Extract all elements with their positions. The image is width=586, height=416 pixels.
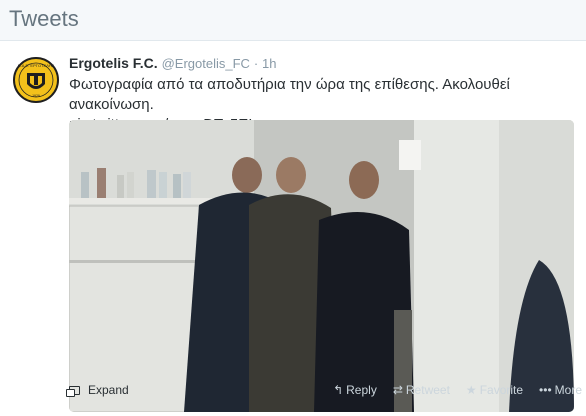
expand-button[interactable]: Expand [66,383,129,397]
tweet-photo[interactable] [69,120,574,412]
fullname[interactable]: Ergotelis F.C. [69,55,158,71]
username[interactable]: @Ergotelis_FC [162,56,250,71]
expand-icon [66,385,80,397]
tweet-actions: ↰ Reply ⇄ Retweet ★ Favorite ••• More [333,383,582,397]
retweet-button[interactable]: ⇄ Retweet [393,383,450,397]
retweet-icon: ⇄ [392,383,403,397]
timestamp[interactable]: 1h [262,56,276,71]
avatar[interactable]: Π.Α.Ε. ΕΡΓΟΤΕΛΗΣ 1929 [12,56,60,104]
timeline-title: Tweets [9,6,79,31]
separator: · [253,56,259,71]
more-button[interactable]: ••• More [539,383,582,397]
star-icon: ★ [465,383,477,397]
timeline-header: Tweets [0,0,586,41]
favorite-button[interactable]: ★ Favorite [466,383,523,397]
locker-room-photo [69,120,574,412]
reply-label: Reply [346,383,377,397]
reply-icon: ↰ [333,383,344,397]
more-icon: ••• [539,383,552,397]
retweet-label: Retweet [405,383,450,397]
expand-label: Expand [88,383,129,397]
tweet[interactable]: Π.Α.Ε. ΕΡΓΟΤΕΛΗΣ 1929 Ergotelis F.C. @Er… [0,41,586,416]
logo-year: 1929 [32,94,40,98]
tweet-body: Φωτογραφία από τα αποδυτήρια την ώρα της… [69,76,510,113]
tweet-header: Ergotelis F.C. @Ergotelis_FC · 1h [69,55,277,71]
tweet-footer: Expand ↰ Reply ⇄ Retweet ★ Favorite ••• … [66,383,582,403]
more-label: More [554,383,582,397]
favorite-label: Favorite [479,383,524,397]
ergotelis-logo-icon: Π.Α.Ε. ΕΡΓΟΤΕΛΗΣ 1929 [12,56,60,104]
reply-button[interactable]: ↰ Reply [333,383,377,397]
logo-caption: Π.Α.Ε. ΕΡΓΟΤΕΛΗΣ [18,63,55,68]
